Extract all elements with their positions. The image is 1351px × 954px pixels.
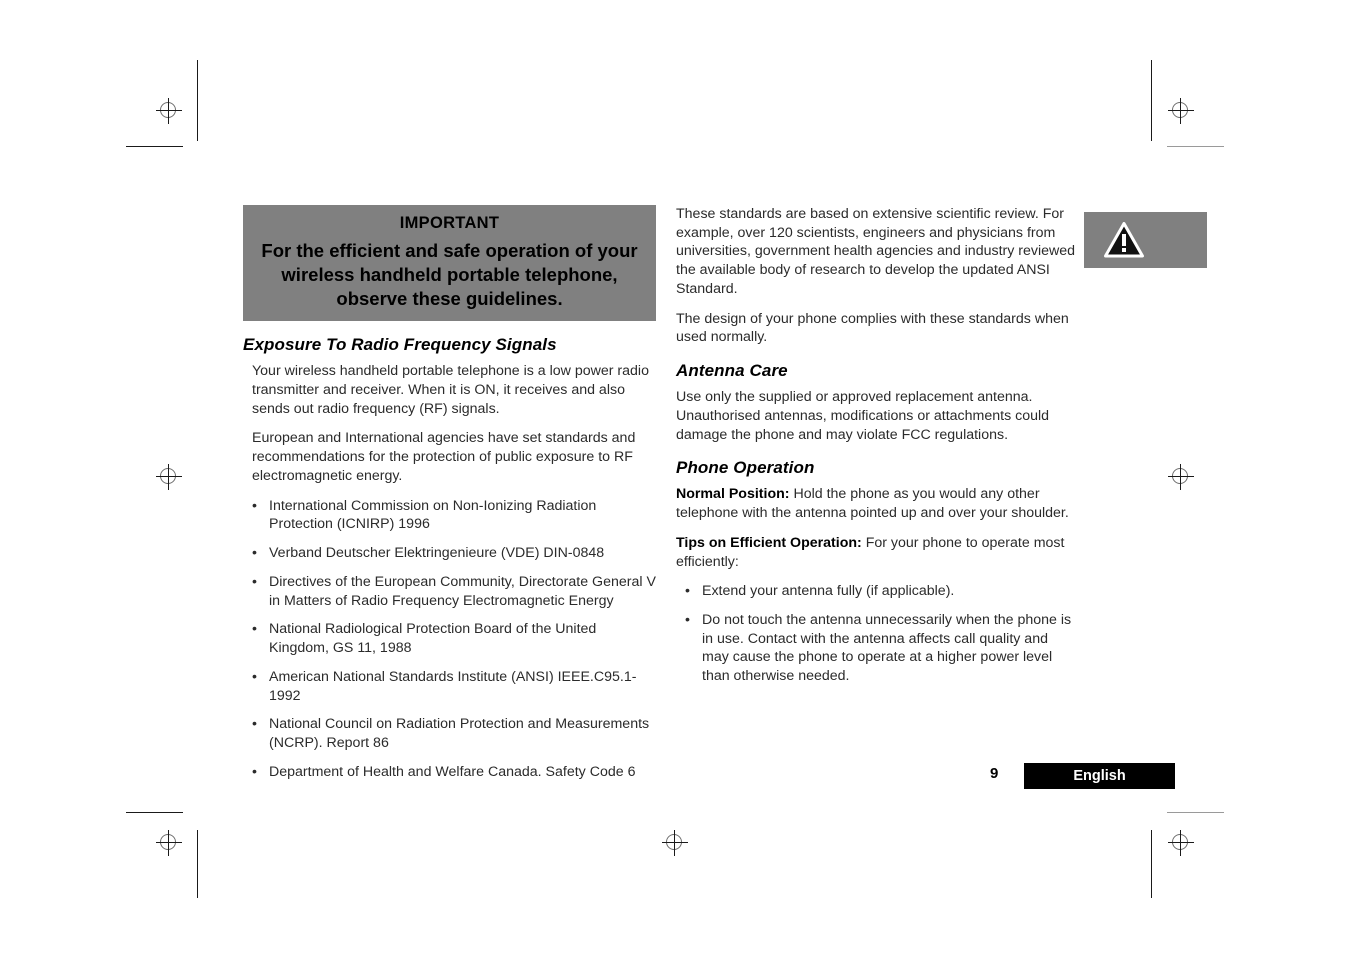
registration-mark-top-right: [1168, 98, 1194, 124]
registration-mark-top-left: [156, 98, 182, 124]
crop-mark-bottom-right-horizontal: [1167, 812, 1224, 813]
list-item-label: Extend your antenna fully (if applicable…: [702, 583, 955, 600]
registration-vbar: [168, 464, 169, 490]
right-column: These standards are based on extensive s…: [676, 205, 1076, 696]
language-label: English: [1073, 768, 1126, 784]
registration-mark-middle-right: [1168, 464, 1194, 490]
heading-antenna-care: Antenna Care: [676, 361, 788, 381]
bullet-icon: •: [685, 612, 690, 629]
crop-mark-bottom-left-vertical: [197, 830, 198, 898]
registration-mark-middle-left: [156, 464, 182, 490]
document-page: IMPORTANT For the efficient and safe ope…: [0, 0, 1351, 954]
list-item: • Do not touch the antenna unnecessarily…: [676, 611, 1076, 686]
list-item: • National Radiological Protection Board…: [243, 620, 656, 657]
bullet-icon: •: [252, 573, 257, 590]
crop-mark-top-left-horizontal: [126, 146, 183, 147]
warning-icon-box: [1084, 212, 1207, 268]
bullet-icon: •: [685, 583, 690, 600]
registration-vbar: [674, 830, 675, 856]
registration-vbar: [1180, 98, 1181, 124]
heading-exposure-to-radio-frequency-signals: Exposure To Radio Frequency Signals: [243, 335, 557, 355]
paragraph-exposure-2: European and International agencies have…: [252, 430, 636, 484]
crop-mark-top-right-horizontal: [1167, 146, 1224, 147]
registration-vbar: [1180, 830, 1181, 856]
crop-mark-bottom-right-vertical: [1151, 830, 1152, 898]
bullet-icon: •: [252, 716, 257, 733]
registration-vbar: [1180, 464, 1181, 490]
registration-hbar: [156, 110, 182, 111]
warning-triangle-icon: [1104, 222, 1144, 258]
bullet-icon: •: [252, 763, 257, 780]
registration-hbar: [1168, 476, 1194, 477]
standards-bullet-list: • International Commission on Non-Ionizi…: [243, 497, 656, 782]
left-column: IMPORTANT For the efficient and safe ope…: [243, 205, 656, 792]
important-callout-box: IMPORTANT For the efficient and safe ope…: [243, 205, 656, 322]
bullet-icon: •: [252, 621, 257, 638]
crop-mark-top-right-vertical: [1151, 60, 1152, 141]
paragraph-antenna-care: Use only the supplied or approved replac…: [676, 389, 1050, 443]
list-item-label: National Radiological Protection Board o…: [269, 621, 597, 657]
registration-mark-bottom-right: [1168, 830, 1194, 856]
registration-vbar: [168, 830, 169, 856]
list-item-label: American National Standards Institute (A…: [269, 668, 637, 704]
bullet-icon: •: [252, 668, 257, 685]
registration-hbar: [662, 842, 688, 843]
registration-mark-bottom-left: [156, 830, 182, 856]
list-item: • Directives of the European Community, …: [243, 573, 656, 610]
efficiency-tips-bullet-list: • Extend your antenna fully (if applicab…: [676, 582, 1076, 686]
list-item: • International Commission on Non-Ionizi…: [243, 497, 656, 534]
list-item-label: National Council on Radiation Protection…: [269, 716, 650, 752]
registration-hbar: [156, 476, 182, 477]
tips-label: Tips on Efficient Operation:: [676, 534, 862, 551]
list-item-label: International Commission on Non-Ionizing…: [269, 497, 597, 533]
crop-mark-top-left-vertical: [197, 60, 198, 141]
list-item: • Department of Health and Welfare Canad…: [243, 763, 656, 782]
list-item: • Verband Deutscher Elektringenieure (VD…: [243, 544, 656, 563]
heading-phone-operation: Phone Operation: [676, 458, 815, 478]
paragraph-exposure-1: Your wireless handheld portable telephon…: [252, 363, 649, 417]
crop-mark-bottom-left-horizontal: [126, 812, 183, 813]
page-number: 9: [990, 765, 999, 782]
registration-vbar: [168, 98, 169, 124]
list-item: • National Council on Radiation Protecti…: [243, 715, 656, 752]
registration-hbar: [156, 842, 182, 843]
list-item-label: Verband Deutscher Elektringenieure (VDE)…: [269, 545, 605, 562]
important-body: For the efficient and safe operation of …: [261, 240, 638, 309]
important-title: IMPORTANT: [399, 214, 500, 232]
paragraph-tips-efficient-operation: Tips on Efficient Operation: For your ph…: [676, 534, 1076, 571]
list-item: • Extend your antenna fully (if applicab…: [676, 582, 1076, 601]
bullet-icon: •: [252, 497, 257, 514]
paragraph-design-complies: The design of your phone complies with t…: [676, 310, 1069, 346]
normal-position-label: Normal Position:: [676, 486, 790, 503]
list-item-label: Department of Health and Welfare Canada.…: [269, 763, 636, 780]
bullet-icon: •: [252, 545, 257, 562]
paragraph-normal-position: Normal Position: Hold the phone as you w…: [676, 485, 1076, 522]
registration-mark-bottom-center: [662, 830, 688, 856]
language-footer-bar: English: [1024, 763, 1175, 789]
paragraph-standards-review: These standards are based on extensive s…: [676, 206, 1076, 297]
list-item-label: Directives of the European Community, Di…: [269, 573, 656, 609]
registration-hbar: [1168, 842, 1194, 843]
registration-hbar: [1168, 110, 1194, 111]
list-item: • American National Standards Institute …: [243, 668, 656, 705]
list-item-label: Do not touch the antenna unnecessarily w…: [702, 612, 1072, 685]
